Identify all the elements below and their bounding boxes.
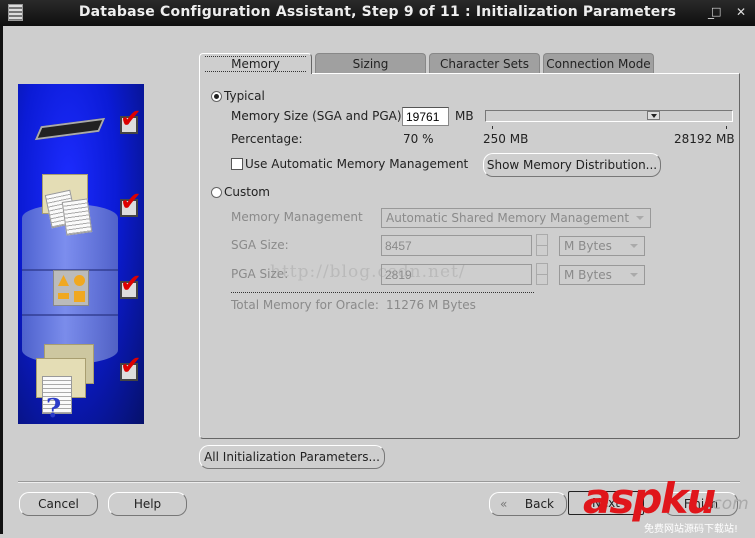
database-band xyxy=(22,314,118,316)
url-watermark: http://blog.csdn.net/ xyxy=(270,262,466,282)
sga-size-spinner[interactable] xyxy=(536,234,548,256)
tab-character-sets[interactable]: Character Sets xyxy=(429,53,540,73)
close-button[interactable]: ✕ xyxy=(736,5,746,19)
percentage-label: Percentage: xyxy=(231,132,303,146)
back-button[interactable]: « Back xyxy=(489,492,567,516)
slider-tick-min xyxy=(492,126,493,129)
memory-management-label: Memory Management xyxy=(231,210,363,224)
show-memory-distribution-button[interactable]: Show Memory Distribution... xyxy=(483,153,661,177)
title-bar: Database Configuration Assistant, Step 9… xyxy=(0,0,755,26)
total-separator xyxy=(231,292,534,293)
step-complete-check-icon: ✔ xyxy=(120,104,142,134)
slider-max-label: 28192 MB xyxy=(674,132,735,146)
maximize-button[interactable]: □ xyxy=(711,5,721,18)
typical-label: Typical xyxy=(224,89,265,103)
back-label: Back xyxy=(524,497,554,511)
custom-label: Custom xyxy=(224,185,270,199)
pga-size-spinner[interactable] xyxy=(536,263,548,285)
slider-min-label: 250 MB xyxy=(483,132,529,146)
memory-chip-icon xyxy=(34,117,106,141)
back-arrow-icon: « xyxy=(500,497,508,511)
aspku-watermark-suffix: .com xyxy=(707,494,749,514)
memory-size-label: Memory Size (SGA and PGA): xyxy=(231,109,406,123)
cancel-button[interactable]: Cancel xyxy=(19,492,98,516)
tab-memory[interactable]: Memory xyxy=(199,53,312,74)
window-border xyxy=(0,26,3,534)
sga-unit-select[interactable]: M Bytes xyxy=(559,236,645,256)
memory-management-select[interactable]: Automatic Shared Memory Management xyxy=(381,208,651,228)
aspku-watermark-tagline: 免费网站源码下载站! xyxy=(644,524,739,535)
amm-checkbox[interactable] xyxy=(231,158,243,170)
memory-size-input[interactable] xyxy=(402,107,449,126)
sga-size-label: SGA Size: xyxy=(231,238,289,252)
amm-checkbox-label: Use Automatic Memory Management xyxy=(245,157,469,171)
tab-sizing[interactable]: Sizing xyxy=(315,53,426,73)
sga-size-input[interactable] xyxy=(381,235,532,256)
question-mark-icon: ? xyxy=(46,394,62,424)
step-complete-check-icon: ✔ xyxy=(120,269,142,299)
memory-tab-panel xyxy=(199,73,740,439)
memory-size-unit: MB xyxy=(455,109,474,123)
step-complete-check-icon: ✔ xyxy=(120,351,142,381)
document-icon xyxy=(61,198,93,236)
percentage-value: 70 % xyxy=(403,132,434,146)
total-memory-value: 11276 M Bytes xyxy=(386,298,476,312)
total-memory-label: Total Memory for Oracle: xyxy=(231,298,379,312)
memory-slider-thumb[interactable] xyxy=(647,111,660,120)
aspku-watermark-logo: aspku xyxy=(583,474,716,523)
dbca-window: Database Configuration Assistant, Step 9… xyxy=(0,0,755,538)
shapes-icon xyxy=(53,270,89,306)
slider-tick-max xyxy=(726,126,727,129)
window-title: Database Configuration Assistant, Step 9… xyxy=(78,4,677,20)
help-button[interactable]: Help xyxy=(108,492,187,516)
all-initialization-parameters-button[interactable]: All Initialization Parameters... xyxy=(199,445,385,469)
pga-unit-select[interactable]: M Bytes xyxy=(559,265,645,285)
typical-radio[interactable] xyxy=(211,91,222,102)
step-complete-check-icon: ✔ xyxy=(120,187,142,217)
tab-connection-mode[interactable]: Connection Mode xyxy=(543,53,654,73)
memory-slider-track[interactable] xyxy=(485,110,733,122)
custom-radio[interactable] xyxy=(211,187,222,198)
tab-label: Memory xyxy=(205,56,306,72)
